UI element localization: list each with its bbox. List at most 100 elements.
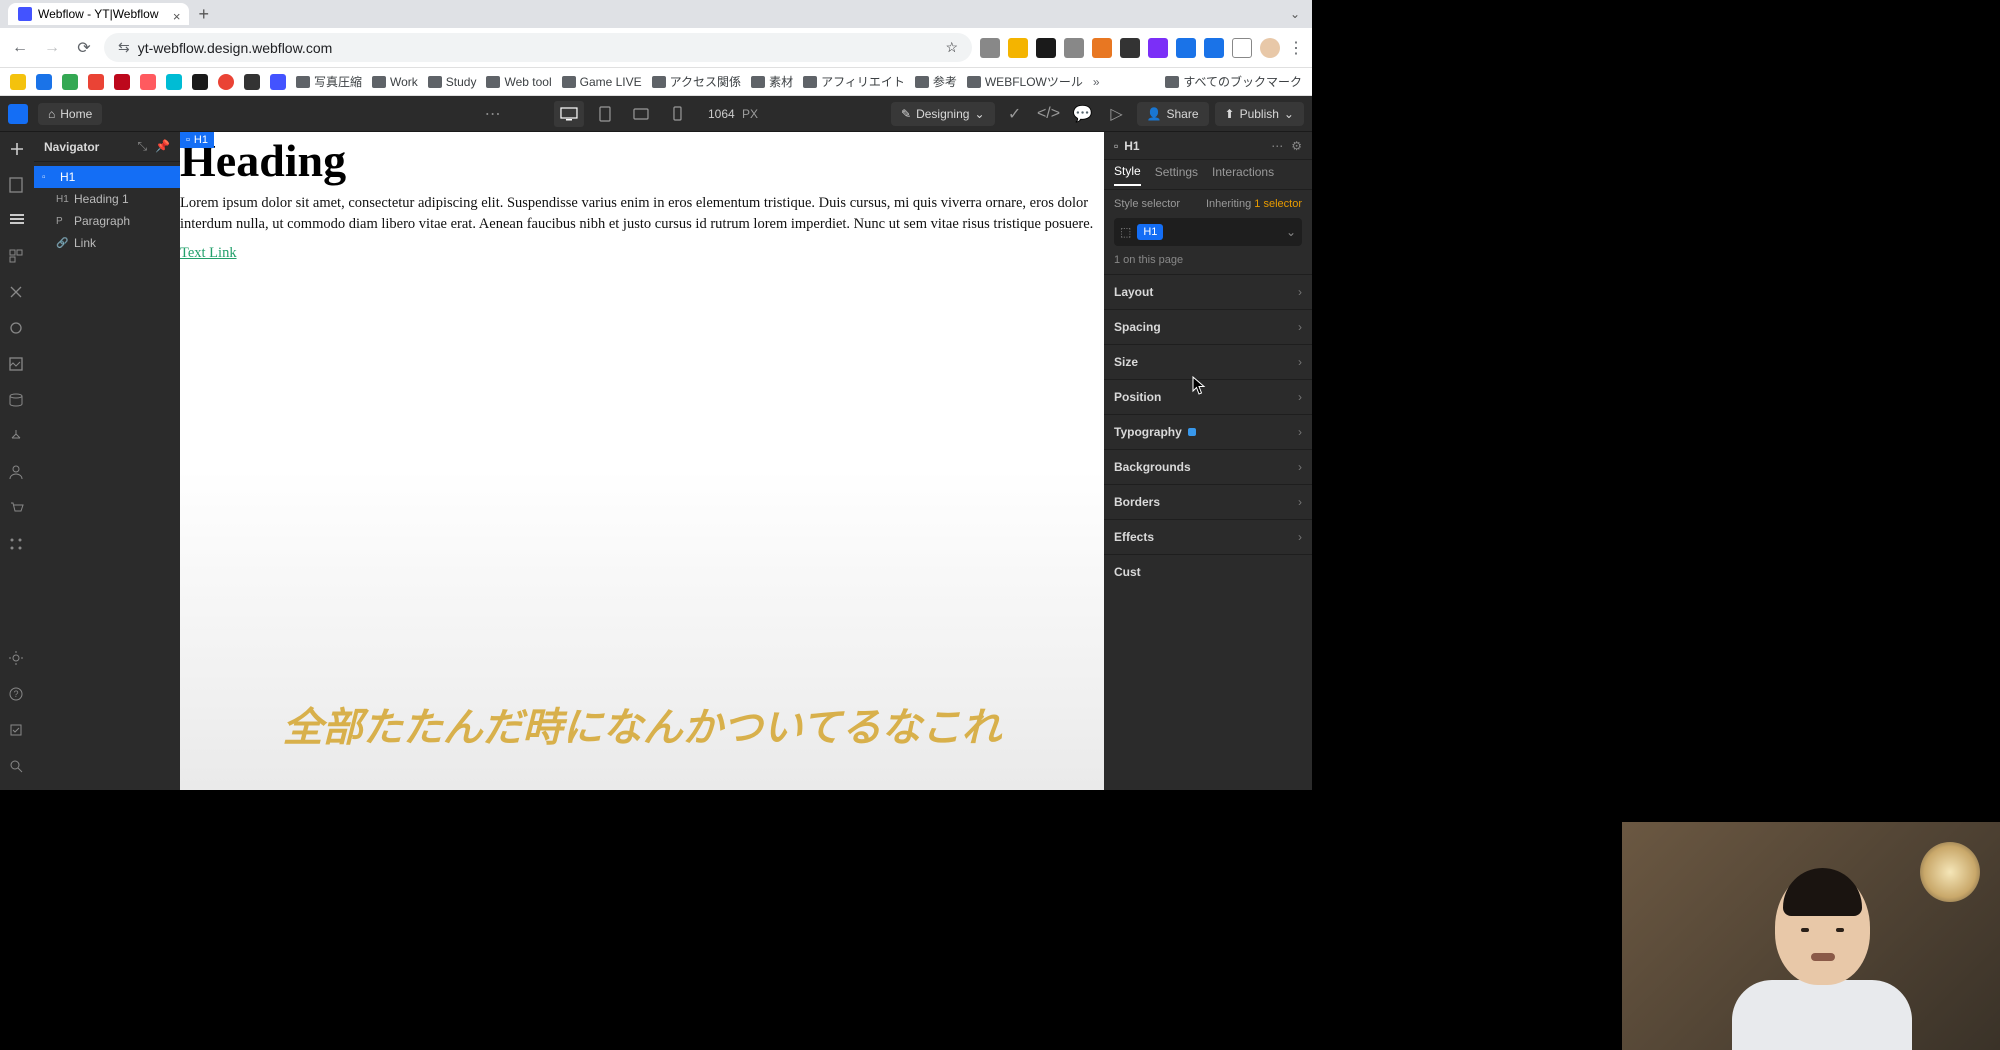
bm-folder-5[interactable]: アクセス関係 <box>652 73 741 90</box>
bm-folder-4[interactable]: Game LIVE <box>562 75 642 89</box>
bm-folder-0[interactable]: 写真圧縮 <box>296 73 362 90</box>
components-icon[interactable] <box>8 248 26 266</box>
bm-overflow-icon[interactable]: » <box>1093 75 1100 89</box>
ext-icon-5[interactable] <box>1120 38 1140 58</box>
bm-ico-5[interactable] <box>114 74 130 90</box>
section-spacing[interactable]: Spacing › <box>1104 309 1312 344</box>
canvas[interactable]: ▫ H1 Heading Lorem ipsum dolor sit amet,… <box>180 132 1104 790</box>
url-field[interactable]: ⇆ yt-webflow.design.webflow.com ☆ <box>104 33 972 62</box>
bm-ico-8[interactable] <box>192 74 208 90</box>
browser-tab[interactable]: Webflow - YT|Webflow × <box>8 3 189 25</box>
new-tab-button[interactable]: + <box>199 4 210 25</box>
element-menu-icon[interactable]: ⋯ <box>1271 139 1283 153</box>
assets-icon[interactable] <box>8 356 26 374</box>
add-icon[interactable] <box>8 140 26 158</box>
section-custom[interactable]: Cust <box>1104 554 1312 589</box>
all-bookmarks[interactable]: すべてのブックマーク <box>1165 73 1302 90</box>
home-button[interactable]: ⌂ Home <box>38 103 102 125</box>
selector-input[interactable]: ⬚ H1 ⌄ <box>1114 218 1302 246</box>
section-position[interactable]: Position › <box>1104 379 1312 414</box>
section-effects[interactable]: Effects › <box>1104 519 1312 554</box>
bm-ico-10[interactable] <box>244 74 260 90</box>
chevron-down-icon[interactable]: ⌄ <box>1286 225 1296 239</box>
help-icon[interactable]: ? <box>8 686 26 704</box>
reload-button[interactable]: ⟳ <box>72 36 96 60</box>
bp-desktop-icon[interactable] <box>554 101 584 127</box>
bm-folder-3[interactable]: Web tool <box>486 75 551 89</box>
variables-icon[interactable] <box>8 284 26 302</box>
bm-ico-6[interactable] <box>140 74 156 90</box>
ext-icon-6[interactable] <box>1148 38 1168 58</box>
apps-icon[interactable] <box>8 536 26 554</box>
bp-mobile-icon[interactable] <box>662 101 692 127</box>
logic-icon[interactable] <box>8 428 26 446</box>
element-settings-icon[interactable]: ⚙ <box>1291 139 1302 153</box>
site-info-icon[interactable]: ⇆ <box>118 39 130 56</box>
bm-ico-4[interactable] <box>88 74 104 90</box>
ext-icon-7[interactable] <box>1176 38 1196 58</box>
bm-folder-8[interactable]: 参考 <box>915 73 957 90</box>
bm-folder-2[interactable]: Study <box>428 75 477 89</box>
close-tab-icon[interactable]: × <box>173 9 181 24</box>
bm-folder-9[interactable]: WEBFLOWツール <box>967 73 1083 90</box>
tree-item-link[interactable]: 🔗 Link <box>34 232 180 254</box>
users-icon[interactable] <box>8 464 26 482</box>
pages-icon[interactable] <box>8 176 26 194</box>
canvas-width[interactable]: 1064 PX <box>708 107 758 121</box>
pin-icon[interactable]: 📌 <box>155 139 170 154</box>
webflow-logo-icon[interactable] <box>8 104 28 124</box>
bp-tablet-landscape-icon[interactable] <box>626 101 656 127</box>
bm-ico-1[interactable] <box>10 74 26 90</box>
bm-ico-7[interactable] <box>166 74 182 90</box>
tab-interactions[interactable]: Interactions <box>1212 165 1274 185</box>
canvas-heading[interactable]: Heading <box>180 134 1104 187</box>
section-size[interactable]: Size › <box>1104 344 1312 379</box>
tree-item-paragraph[interactable]: P Paragraph <box>34 210 180 232</box>
extensions-icon[interactable] <box>1232 38 1252 58</box>
share-button[interactable]: 👤 Share <box>1137 102 1209 126</box>
section-borders[interactable]: Borders › <box>1104 484 1312 519</box>
ext-icon-4[interactable] <box>1092 38 1112 58</box>
canvas-paragraph[interactable]: Lorem ipsum dolor sit amet, consectetur … <box>180 193 1104 235</box>
bm-folder-6[interactable]: 素材 <box>751 73 793 90</box>
code-icon[interactable]: </> <box>1035 101 1063 127</box>
comment-icon[interactable]: 💬 <box>1069 101 1097 127</box>
profile-icon[interactable] <box>1260 38 1280 58</box>
ext-icon-2[interactable] <box>1036 38 1056 58</box>
tab-settings[interactable]: Settings <box>1155 165 1198 185</box>
navigator-icon[interactable] <box>8 212 26 230</box>
camera-icon[interactable] <box>980 38 1000 58</box>
tab-style[interactable]: Style <box>1114 164 1141 186</box>
section-typography[interactable]: Typography › <box>1104 414 1312 449</box>
ext-icon-3[interactable] <box>1064 38 1084 58</box>
selector-tag[interactable]: H1 <box>1137 224 1163 240</box>
collapse-icon[interactable]: ⤡ <box>137 139 147 154</box>
bm-folder-1[interactable]: Work <box>372 75 418 89</box>
styles-icon[interactable] <box>8 320 26 338</box>
back-button[interactable]: ← <box>8 36 32 60</box>
search-icon[interactable] <box>8 758 26 776</box>
cms-icon[interactable] <box>8 392 26 410</box>
bm-ico-3[interactable] <box>62 74 78 90</box>
tree-item-h1[interactable]: ▫ H1 <box>34 166 180 188</box>
forward-button[interactable]: → <box>40 36 64 60</box>
preview-icon[interactable]: ▷ <box>1103 101 1131 127</box>
check-icon[interactable]: ✓ <box>1001 101 1029 127</box>
bm-ico-9[interactable] <box>218 74 234 90</box>
ext-icon-8[interactable] <box>1204 38 1224 58</box>
section-layout[interactable]: Layout › <box>1104 274 1312 309</box>
settings-icon[interactable] <box>8 650 26 668</box>
section-backgrounds[interactable]: Backgrounds › <box>1104 449 1312 484</box>
bm-ico-11[interactable] <box>270 74 286 90</box>
ext-icon-1[interactable] <box>1008 38 1028 58</box>
tree-item-heading1[interactable]: H1 Heading 1 <box>34 188 180 210</box>
selected-element-badge[interactable]: ▫ H1 <box>180 132 214 148</box>
canvas-link[interactable]: Text Link <box>180 245 237 262</box>
bm-ico-2[interactable] <box>36 74 52 90</box>
bm-folder-7[interactable]: アフィリエイト <box>803 73 905 90</box>
tabs-dropdown-icon[interactable]: ⌄ <box>1290 7 1300 21</box>
selector-scope-icon[interactable]: ⬚ <box>1120 225 1131 239</box>
page-dots-icon[interactable]: ⋯ <box>485 104 501 124</box>
star-icon[interactable]: ☆ <box>945 39 958 56</box>
menu-icon[interactable]: ⋮ <box>1288 38 1304 58</box>
